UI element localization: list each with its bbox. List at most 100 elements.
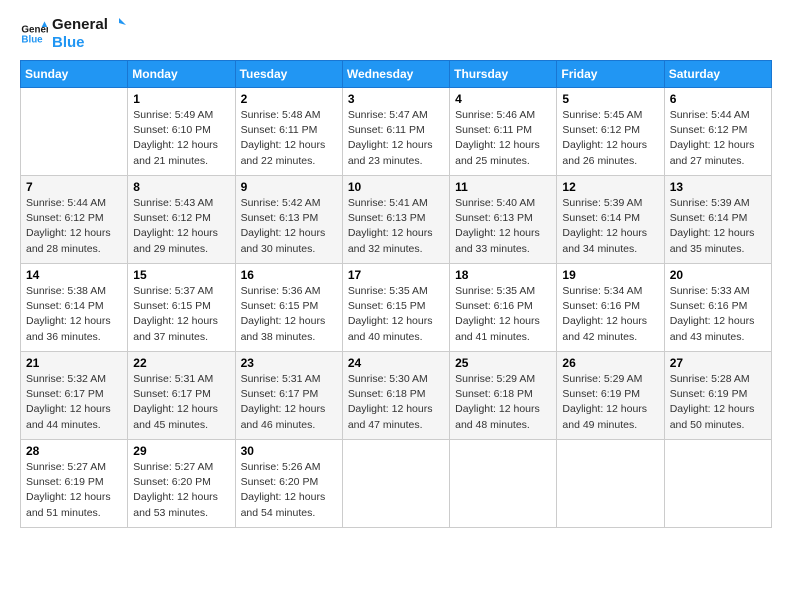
day-info: Sunrise: 5:41 AMSunset: 6:13 PMDaylight:… <box>348 196 444 257</box>
calendar-cell: 20 Sunrise: 5:33 AMSunset: 6:16 PMDayligh… <box>664 264 771 352</box>
calendar-cell: 8Sunrise: 5:43 AMSunset: 6:12 PMDaylight… <box>128 176 235 264</box>
day-number: 1 <box>133 92 229 106</box>
day-number: 6 <box>670 92 766 106</box>
day-number: 10 <box>348 180 444 194</box>
logo-wing-icon <box>112 18 126 32</box>
weekday-header: Saturday <box>664 61 771 88</box>
calendar-cell: 30 Sunrise: 5:26 AMSunset: 6:20 PMDayligh… <box>235 440 342 528</box>
day-number: 12 <box>562 180 658 194</box>
day-number: 9 <box>241 180 337 194</box>
calendar-cell: 26 Sunrise: 5:29 AMSunset: 6:19 PMDayligh… <box>557 352 664 440</box>
day-info: Sunrise: 5:44 AMSunset: 6:12 PMDaylight:… <box>26 196 122 257</box>
day-info: Sunrise: 5:46 AMSunset: 6:11 PMDaylight:… <box>455 108 551 169</box>
calendar-cell: 3 Sunrise: 5:47 AMSunset: 6:11 PMDaylight… <box>342 88 449 176</box>
day-number: 19 <box>562 268 658 282</box>
day-number: 23 <box>241 356 337 370</box>
day-number: 22 <box>133 356 229 370</box>
day-info: Sunrise: 5:35 AMSunset: 6:15 PMDaylight:… <box>348 284 444 345</box>
calendar-table: SundayMondayTuesdayWednesdayThursdayFrid… <box>20 60 772 528</box>
day-number: 8 <box>133 180 229 194</box>
day-info: Sunrise: 5:36 AMSunset: 6:15 PMDaylight:… <box>241 284 337 345</box>
calendar-cell <box>664 440 771 528</box>
day-info: Sunrise: 5:28 AMSunset: 6:19 PMDaylight:… <box>670 372 766 433</box>
weekday-header: Thursday <box>450 61 557 88</box>
calendar-cell: 27 Sunrise: 5:28 AMSunset: 6:19 PMDayligh… <box>664 352 771 440</box>
calendar-cell <box>557 440 664 528</box>
page-header: General Blue General Blue <box>20 16 772 52</box>
svg-text:Blue: Blue <box>21 34 43 45</box>
day-info: Sunrise: 5:31 AMSunset: 6:17 PMDaylight:… <box>133 372 229 433</box>
day-number: 16 <box>241 268 337 282</box>
day-info: Sunrise: 5:35 AMSunset: 6:16 PMDaylight:… <box>455 284 551 345</box>
calendar-cell: 5Sunrise: 5:45 AMSunset: 6:12 PMDaylight… <box>557 88 664 176</box>
calendar-cell: 25 Sunrise: 5:29 AMSunset: 6:18 PMDayligh… <box>450 352 557 440</box>
calendar-cell: 2 Sunrise: 5:48 AMSunset: 6:11 PMDaylight… <box>235 88 342 176</box>
day-info: Sunrise: 5:45 AMSunset: 6:12 PMDaylight:… <box>562 108 658 169</box>
day-number: 26 <box>562 356 658 370</box>
day-number: 27 <box>670 356 766 370</box>
calendar-cell: 28Sunrise: 5:27 AMSunset: 6:19 PMDayligh… <box>21 440 128 528</box>
day-number: 28 <box>26 444 122 458</box>
day-info: Sunrise: 5:40 AMSunset: 6:13 PMDaylight:… <box>455 196 551 257</box>
weekday-header: Friday <box>557 61 664 88</box>
calendar-cell: 22 Sunrise: 5:31 AMSunset: 6:17 PMDayligh… <box>128 352 235 440</box>
calendar-cell <box>450 440 557 528</box>
calendar-cell: 11 Sunrise: 5:40 AMSunset: 6:13 PMDayligh… <box>450 176 557 264</box>
day-info: Sunrise: 5:27 AMSunset: 6:20 PMDaylight:… <box>133 460 229 521</box>
calendar-cell: 4 Sunrise: 5:46 AMSunset: 6:11 PMDaylight… <box>450 88 557 176</box>
day-number: 4 <box>455 92 551 106</box>
day-number: 24 <box>348 356 444 370</box>
day-info: Sunrise: 5:31 AMSunset: 6:17 PMDaylight:… <box>241 372 337 433</box>
calendar-cell: 12Sunrise: 5:39 AMSunset: 6:14 PMDayligh… <box>557 176 664 264</box>
day-info: Sunrise: 5:48 AMSunset: 6:11 PMDaylight:… <box>241 108 337 169</box>
day-number: 25 <box>455 356 551 370</box>
day-info: Sunrise: 5:44 AMSunset: 6:12 PMDaylight:… <box>670 108 766 169</box>
calendar-cell: 19 Sunrise: 5:34 AMSunset: 6:16 PMDayligh… <box>557 264 664 352</box>
day-number: 21 <box>26 356 122 370</box>
weekday-header: Tuesday <box>235 61 342 88</box>
weekday-header: Sunday <box>21 61 128 88</box>
logo: General Blue General Blue <box>20 16 126 52</box>
calendar-cell: 10 Sunrise: 5:41 AMSunset: 6:13 PMDayligh… <box>342 176 449 264</box>
day-number: 17 <box>348 268 444 282</box>
calendar-cell: 1 Sunrise: 5:49 AMSunset: 6:10 PMDaylight… <box>128 88 235 176</box>
calendar-cell: 14 Sunrise: 5:38 AMSunset: 6:14 PMDayligh… <box>21 264 128 352</box>
calendar-cell: 29 Sunrise: 5:27 AMSunset: 6:20 PMDayligh… <box>128 440 235 528</box>
day-info: Sunrise: 5:33 AMSunset: 6:16 PMDaylight:… <box>670 284 766 345</box>
calendar-cell: 23 Sunrise: 5:31 AMSunset: 6:17 PMDayligh… <box>235 352 342 440</box>
day-number: 29 <box>133 444 229 458</box>
day-number: 15 <box>133 268 229 282</box>
day-info: Sunrise: 5:47 AMSunset: 6:11 PMDaylight:… <box>348 108 444 169</box>
calendar-cell: 17 Sunrise: 5:35 AMSunset: 6:15 PMDayligh… <box>342 264 449 352</box>
calendar-cell <box>21 88 128 176</box>
calendar-cell <box>342 440 449 528</box>
day-number: 30 <box>241 444 337 458</box>
day-number: 2 <box>241 92 337 106</box>
weekday-header: Wednesday <box>342 61 449 88</box>
day-number: 13 <box>670 180 766 194</box>
day-number: 7 <box>26 180 122 194</box>
day-info: Sunrise: 5:39 AMSunset: 6:14 PMDaylight:… <box>670 196 766 257</box>
day-number: 3 <box>348 92 444 106</box>
calendar-cell: 6 Sunrise: 5:44 AMSunset: 6:12 PMDaylight… <box>664 88 771 176</box>
calendar-cell: 13 Sunrise: 5:39 AMSunset: 6:14 PMDayligh… <box>664 176 771 264</box>
day-info: Sunrise: 5:38 AMSunset: 6:14 PMDaylight:… <box>26 284 122 345</box>
day-info: Sunrise: 5:26 AMSunset: 6:20 PMDaylight:… <box>241 460 337 521</box>
calendar-cell: 18 Sunrise: 5:35 AMSunset: 6:16 PMDayligh… <box>450 264 557 352</box>
day-info: Sunrise: 5:30 AMSunset: 6:18 PMDaylight:… <box>348 372 444 433</box>
day-info: Sunrise: 5:29 AMSunset: 6:18 PMDaylight:… <box>455 372 551 433</box>
day-number: 14 <box>26 268 122 282</box>
day-number: 11 <box>455 180 551 194</box>
day-number: 20 <box>670 268 766 282</box>
day-info: Sunrise: 5:34 AMSunset: 6:16 PMDaylight:… <box>562 284 658 345</box>
weekday-header: Monday <box>128 61 235 88</box>
calendar-cell: 7 Sunrise: 5:44 AMSunset: 6:12 PMDaylight… <box>21 176 128 264</box>
day-info: Sunrise: 5:49 AMSunset: 6:10 PMDaylight:… <box>133 108 229 169</box>
calendar-header: SundayMondayTuesdayWednesdayThursdayFrid… <box>21 61 772 88</box>
day-info: Sunrise: 5:29 AMSunset: 6:19 PMDaylight:… <box>562 372 658 433</box>
day-info: Sunrise: 5:37 AMSunset: 6:15 PMDaylight:… <box>133 284 229 345</box>
calendar-cell: 15 Sunrise: 5:37 AMSunset: 6:15 PMDayligh… <box>128 264 235 352</box>
day-number: 18 <box>455 268 551 282</box>
calendar-cell: 16 Sunrise: 5:36 AMSunset: 6:15 PMDayligh… <box>235 264 342 352</box>
day-info: Sunrise: 5:32 AMSunset: 6:17 PMDaylight:… <box>26 372 122 433</box>
